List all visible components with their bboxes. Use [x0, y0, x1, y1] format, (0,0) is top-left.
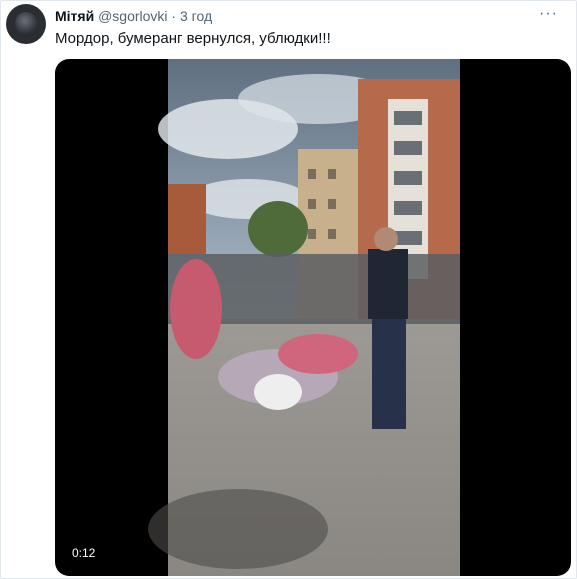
separator-dot: ·: [171, 8, 177, 24]
timestamp[interactable]: 3 год: [180, 8, 212, 24]
tweet-header: Мітяй @sgorlovki · 3 год: [55, 7, 212, 25]
author-handle[interactable]: @sgorlovki: [98, 8, 167, 24]
tweet-card[interactable]: Мітяй @sgorlovki · 3 год ··· Мордор, бум…: [0, 0, 577, 579]
tweet-text: Мордор, бумеранг вернулся, ублюдки!!!: [55, 30, 331, 47]
video-player[interactable]: 0:12: [55, 59, 571, 576]
author-name[interactable]: Мітяй: [55, 8, 94, 24]
video-timer: 0:12: [72, 546, 96, 560]
more-horizontal-icon[interactable]: ···: [539, 6, 558, 22]
avatar[interactable]: [6, 4, 46, 44]
video-frame: [148, 59, 460, 576]
video-content: [148, 59, 460, 576]
